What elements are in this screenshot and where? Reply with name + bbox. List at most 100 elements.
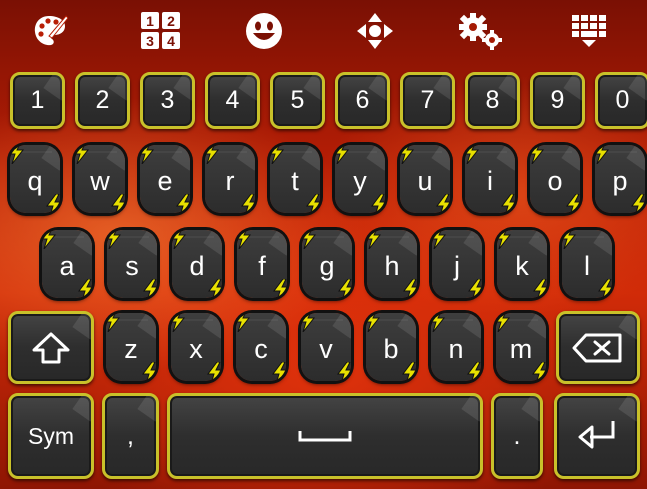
key-o[interactable]: o — [530, 145, 580, 213]
lightning-bolt-icon — [533, 279, 547, 298]
lightning-bolt-icon — [566, 194, 580, 213]
key-label: 7 — [420, 86, 435, 114]
key-m[interactable]: m — [496, 313, 546, 381]
enter-return-icon — [578, 421, 615, 449]
key-6[interactable]: 6 — [335, 72, 390, 129]
lightning-bolt-icon — [631, 194, 645, 213]
key-d[interactable]: d — [172, 230, 222, 298]
key-r[interactable]: r — [205, 145, 255, 213]
lightning-bolt-icon — [111, 194, 125, 213]
shift-key[interactable] — [8, 311, 94, 384]
key-label: x — [189, 333, 203, 364]
lightning-bolt-icon — [501, 194, 515, 213]
key-label: e — [157, 165, 173, 196]
space-key[interactable] — [167, 393, 483, 479]
key-7[interactable]: 7 — [400, 72, 455, 129]
lightning-bolt-icon — [176, 194, 190, 213]
key-s[interactable]: s — [107, 230, 157, 298]
lightning-bolt-icon — [10, 145, 25, 164]
period-key[interactable]: . — [491, 393, 543, 479]
key-label: f — [258, 250, 266, 281]
key-label: 2 — [95, 86, 110, 114]
emoji-button[interactable] — [240, 8, 288, 54]
key-i[interactable]: i — [465, 145, 515, 213]
theme-button[interactable] — [26, 8, 74, 54]
backspace-key[interactable] — [556, 311, 640, 384]
lightning-bolt-icon — [367, 230, 382, 249]
lightning-bolt-icon — [400, 145, 415, 164]
key-g[interactable]: g — [302, 230, 352, 298]
key-n[interactable]: n — [431, 313, 481, 381]
key-u[interactable]: u — [400, 145, 450, 213]
key-3[interactable]: 3 — [140, 72, 195, 129]
lightning-bolt-icon — [207, 362, 221, 381]
key-a[interactable]: a — [42, 230, 92, 298]
key-label: u — [417, 165, 433, 196]
key-2[interactable]: 2 — [75, 72, 130, 129]
lightning-bolt-icon — [301, 313, 316, 332]
key-f[interactable]: f — [237, 230, 287, 298]
svg-text:1: 1 — [146, 13, 154, 29]
key-p[interactable]: p — [595, 145, 645, 213]
key-j[interactable]: j — [432, 230, 482, 298]
key-5[interactable]: 5 — [270, 72, 325, 129]
palette-icon — [34, 15, 68, 46]
key-k[interactable]: k — [497, 230, 547, 298]
key-v[interactable]: v — [301, 313, 351, 381]
lightning-bolt-icon — [205, 145, 220, 164]
symbols-key[interactable]: Sym — [8, 393, 94, 479]
key-label: j — [454, 250, 460, 281]
key-9[interactable]: 9 — [530, 72, 585, 129]
key-w[interactable]: w — [75, 145, 125, 213]
key-label: d — [189, 250, 205, 281]
key-y[interactable]: y — [335, 145, 385, 213]
lightning-bolt-icon — [338, 279, 352, 298]
key-label: 0 — [615, 86, 630, 114]
key-1[interactable]: 1 — [10, 72, 65, 129]
key-label: g — [319, 250, 335, 281]
key-8[interactable]: 8 — [465, 72, 520, 129]
settings-button[interactable] — [456, 8, 504, 54]
key-label: b — [383, 333, 399, 364]
lightning-bolt-icon — [272, 362, 286, 381]
lightning-bolt-icon — [270, 145, 285, 164]
lightning-bolt-icon — [273, 279, 287, 298]
comma-key[interactable]: , — [102, 393, 159, 479]
lightning-bolt-icon — [143, 279, 157, 298]
lightning-bolt-icon — [306, 194, 320, 213]
backspace-icon — [572, 333, 622, 362]
key-e[interactable]: e — [140, 145, 190, 213]
lightning-bolt-icon — [106, 313, 121, 332]
lightning-bolt-icon — [402, 362, 416, 381]
comma-key-label: , — [127, 421, 134, 450]
key-x[interactable]: x — [171, 313, 221, 381]
key-c[interactable]: c — [236, 313, 286, 381]
key-label: 9 — [550, 86, 565, 114]
cursor-move-button[interactable] — [351, 8, 399, 54]
period-key-label: . — [513, 421, 521, 450]
key-b[interactable]: b — [366, 313, 416, 381]
lightning-bolt-icon — [432, 230, 447, 249]
lightning-bolt-icon — [496, 313, 511, 332]
lightning-bolt-icon — [337, 362, 351, 381]
shift-arrow-icon — [32, 332, 70, 363]
key-0[interactable]: 0 — [595, 72, 647, 129]
key-label: w — [90, 165, 110, 196]
key-l[interactable]: l — [562, 230, 612, 298]
move-cursor-icon — [357, 13, 393, 49]
lightning-bolt-icon — [532, 362, 546, 381]
lightning-bolt-icon — [468, 279, 482, 298]
hide-keyboard-button[interactable] — [566, 8, 614, 54]
key-label: y — [353, 165, 367, 196]
key-4[interactable]: 4 — [205, 72, 260, 129]
key-h[interactable]: h — [367, 230, 417, 298]
lightning-bolt-icon — [237, 230, 252, 249]
enter-key[interactable] — [554, 393, 640, 479]
key-label: 3 — [160, 86, 175, 114]
smiley-icon — [246, 13, 282, 49]
key-q[interactable]: q — [10, 145, 60, 213]
numpad-button[interactable]: 1 2 3 4 — [137, 8, 185, 54]
key-z[interactable]: z — [106, 313, 156, 381]
key-t[interactable]: t — [270, 145, 320, 213]
lightning-bolt-icon — [107, 230, 122, 249]
